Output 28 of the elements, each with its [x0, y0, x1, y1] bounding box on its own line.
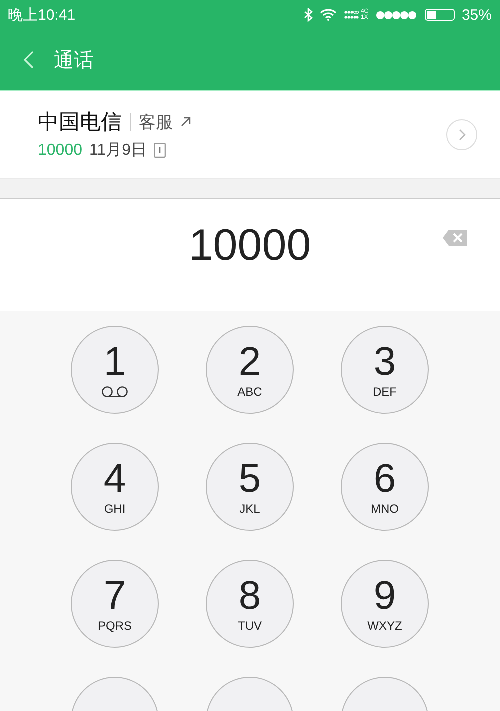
battery-percent: 35%	[462, 6, 492, 24]
details-button[interactable]	[446, 118, 478, 150]
call-date: 11月9日	[90, 141, 148, 161]
dial-key[interactable]: 3 DEF	[341, 326, 429, 414]
voicemail-icon	[101, 386, 129, 398]
signal-icon	[376, 10, 418, 20]
dial-key[interactable]: 9 WXYZ	[341, 560, 429, 648]
dual-signal-icon	[344, 10, 359, 20]
contact-name: 中国电信	[38, 110, 122, 136]
dial-key[interactable]: 5 JKL	[206, 443, 294, 531]
dial-key[interactable]: 4 GHI	[71, 443, 159, 531]
contact-number: 10000	[38, 142, 82, 160]
dial-key[interactable]: 2 ABC	[206, 326, 294, 414]
back-icon[interactable]	[23, 51, 34, 69]
dial-key[interactable]: 7 PQRS	[71, 560, 159, 648]
arrow-icon	[181, 117, 191, 127]
bluetooth-icon	[304, 8, 313, 22]
backspace-icon[interactable]	[442, 229, 468, 247]
page-title: 通话	[54, 48, 94, 74]
status-time: 晚上10:41	[8, 6, 76, 24]
contact-tag: 客服	[139, 110, 173, 134]
dialed-number: 10000	[188, 221, 312, 271]
dial-key[interactable]: 8 TUV	[206, 560, 294, 648]
dial-key[interactable]: 6 MNO	[341, 443, 429, 531]
dial-key[interactable]: 1	[71, 326, 159, 414]
battery-icon	[424, 9, 455, 21]
wifi-icon	[320, 9, 337, 21]
sim-icon	[154, 143, 166, 158]
